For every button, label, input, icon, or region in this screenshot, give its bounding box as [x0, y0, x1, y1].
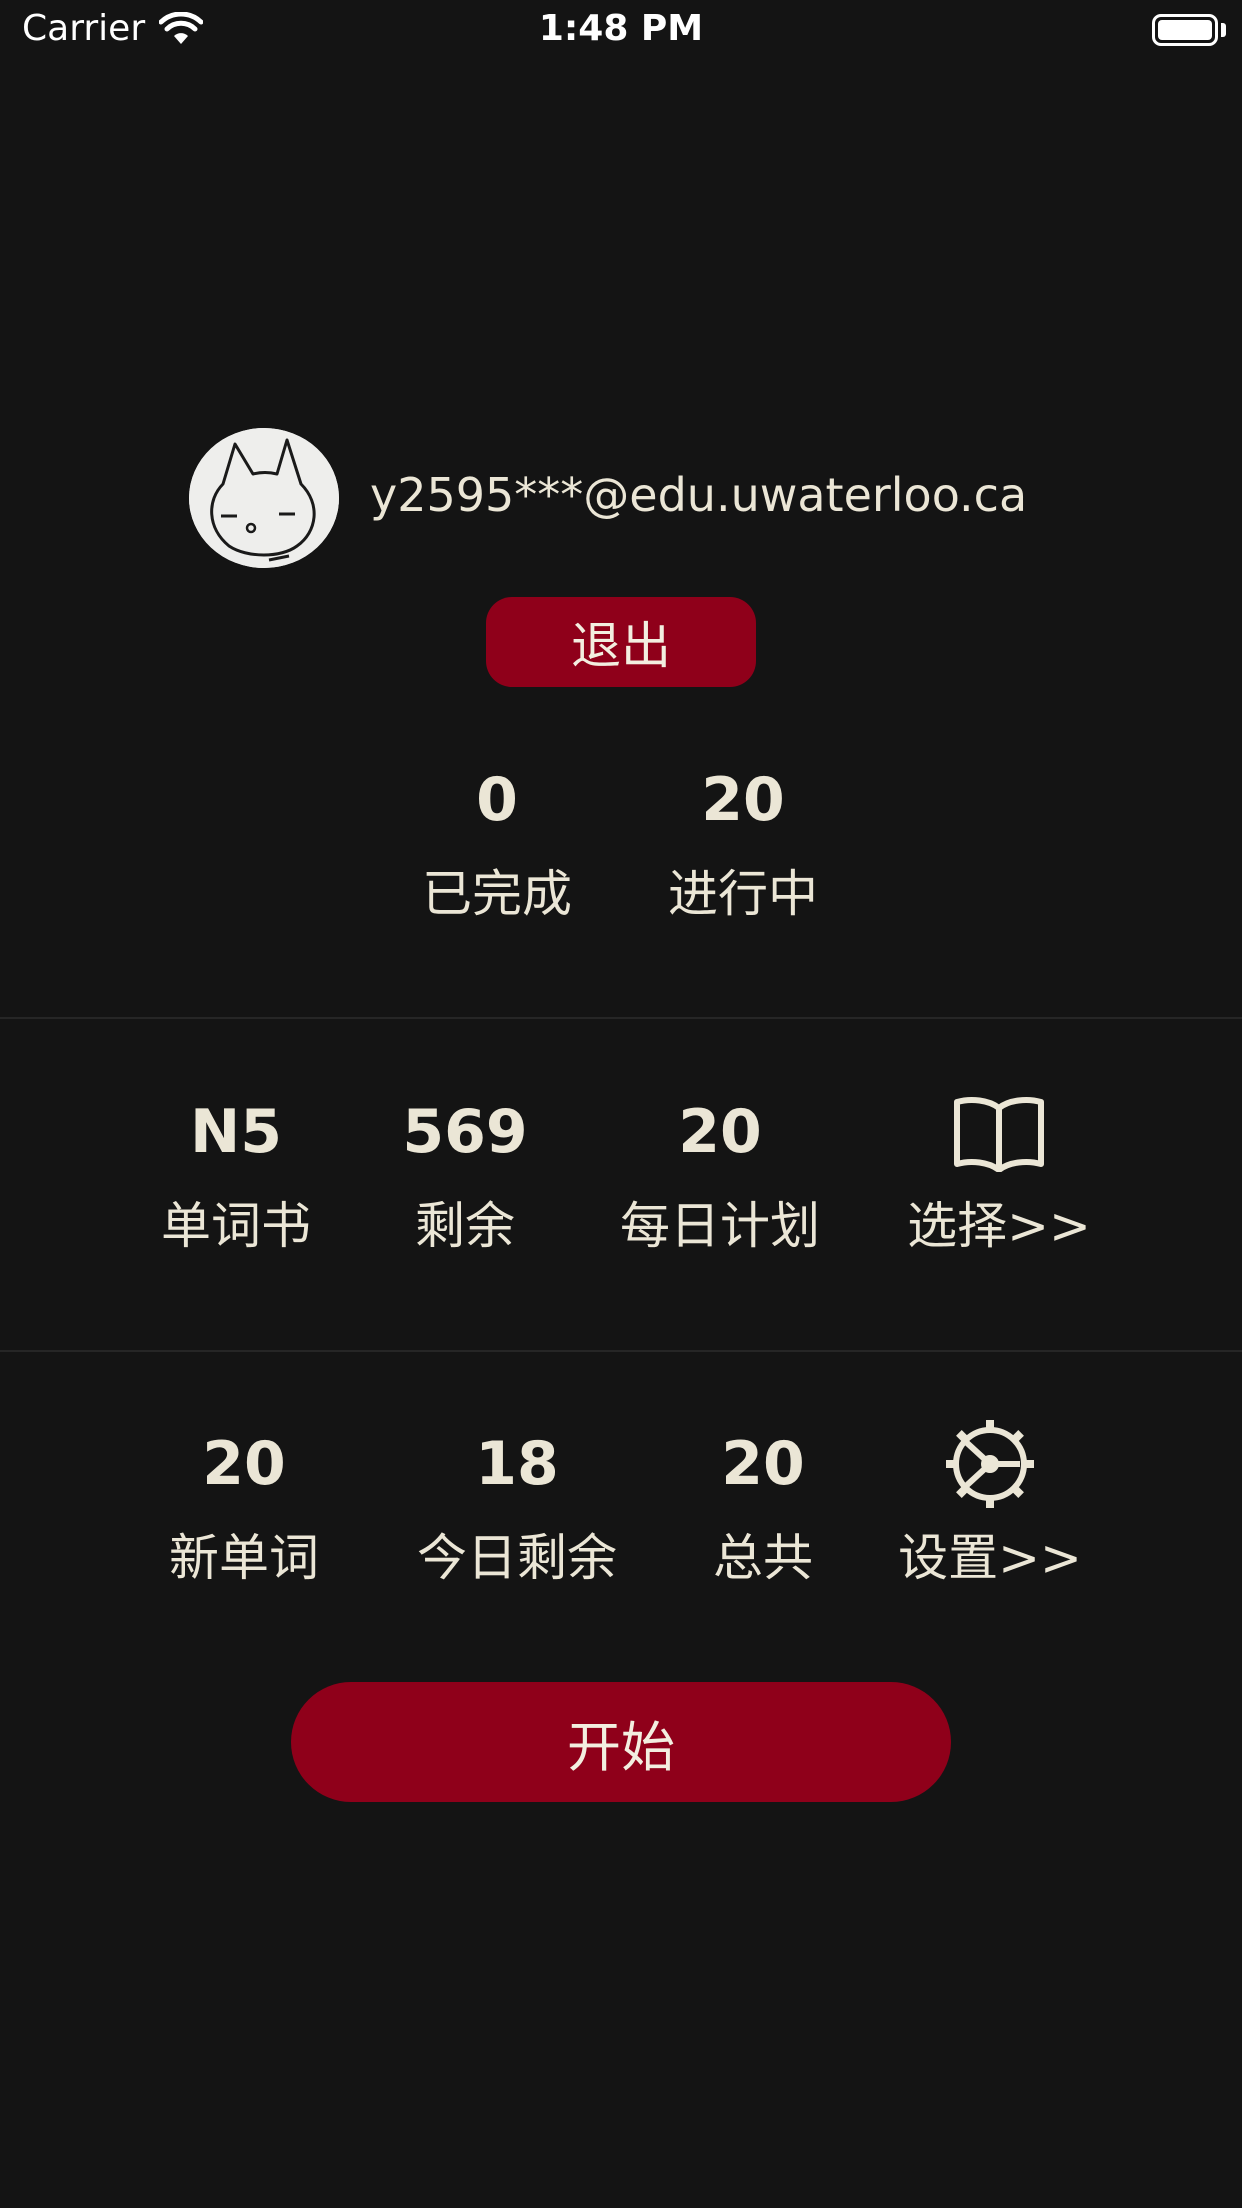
daily-plan-stat: 20 每日计划	[610, 1092, 830, 1258]
book-open-icon	[954, 1097, 1044, 1172]
settings-button[interactable]: 设置>>	[880, 1420, 1100, 1590]
in-progress-count: 20	[701, 765, 785, 835]
divider-bottom	[0, 1350, 1242, 1352]
book-label: 单词书	[161, 1197, 311, 1255]
today-remaining-stat: 18 今日剩余	[407, 1424, 627, 1590]
user-email: y2595***@edu.uwaterloo.ca	[370, 468, 1028, 522]
battery-icon	[1152, 14, 1218, 46]
select-book-label: 选择>>	[907, 1197, 1091, 1255]
divider-top	[0, 1017, 1242, 1019]
daily-plan-label: 每日计划	[620, 1197, 820, 1255]
new-words-stat: 20 新单词	[134, 1424, 354, 1590]
daily-plan-count: 20	[678, 1097, 762, 1167]
select-book-button[interactable]: 选择>>	[889, 1092, 1109, 1258]
completed-count: 0	[476, 765, 518, 835]
new-words-label: 新单词	[169, 1529, 319, 1587]
book-remaining-stat: 569 剩余	[355, 1092, 575, 1258]
cat-avatar-icon	[189, 428, 339, 568]
today-remaining-count: 18	[475, 1429, 559, 1499]
completed-stat: 0 已完成	[387, 760, 607, 926]
status-time: 1:48 PM	[538, 8, 704, 49]
book-remaining-count: 569	[402, 1097, 528, 1167]
battery-tip	[1221, 23, 1226, 37]
logout-button[interactable]: 退出	[486, 597, 756, 687]
total-label: 总共	[713, 1529, 813, 1587]
start-button[interactable]: 开始	[291, 1682, 951, 1802]
total-count: 20	[721, 1429, 805, 1499]
new-words-count: 20	[202, 1429, 286, 1499]
book-remaining-label: 剩余	[415, 1197, 515, 1255]
today-remaining-label: 今日剩余	[417, 1529, 617, 1587]
book-stat: N5 单词书	[126, 1092, 346, 1258]
settings-label: 设置>>	[898, 1529, 1082, 1587]
book-name: N5	[190, 1097, 282, 1167]
completed-label: 已完成	[422, 865, 572, 923]
total-stat: 20 总共	[653, 1424, 873, 1590]
avatar[interactable]	[189, 428, 339, 568]
gear-icon	[946, 1420, 1034, 1508]
in-progress-label: 进行中	[668, 865, 818, 923]
in-progress-stat: 20 进行中	[633, 760, 853, 926]
